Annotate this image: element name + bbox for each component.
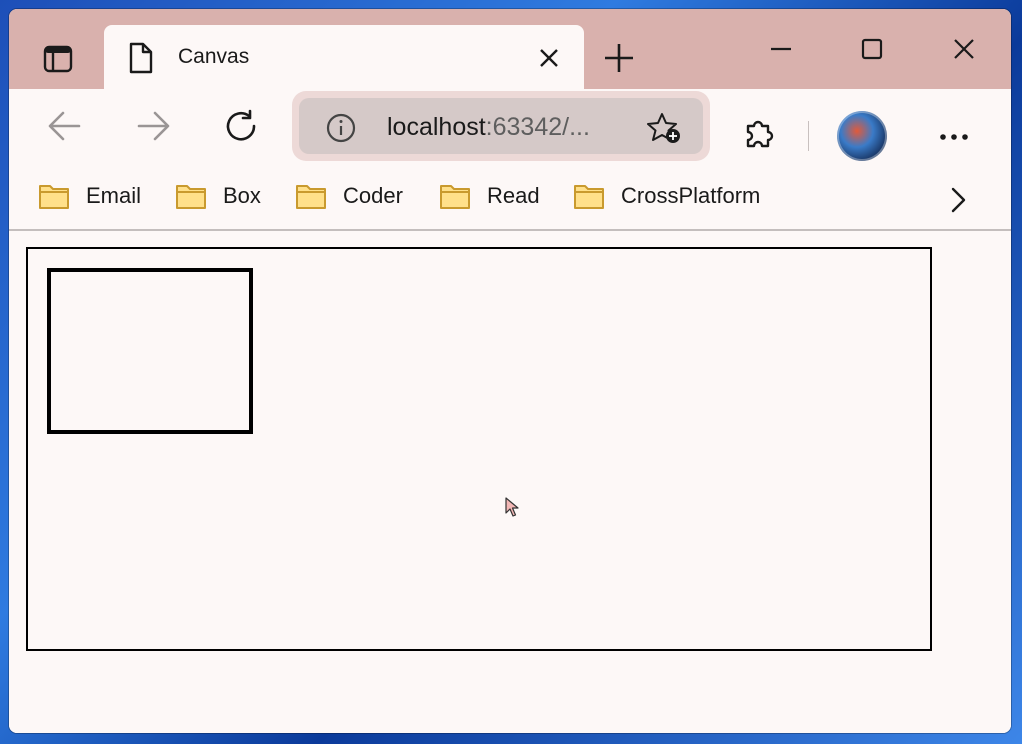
avatar[interactable]	[837, 111, 887, 161]
star-add-icon[interactable]	[646, 111, 682, 145]
folder-icon	[440, 185, 470, 209]
toolbar-divider	[808, 121, 809, 151]
mouse-cursor-icon	[505, 497, 519, 517]
bookmark-label: CrossPlatform	[621, 183, 761, 208]
url-path: :63342/...	[485, 113, 590, 141]
more-icon[interactable]	[939, 133, 969, 141]
folder-icon	[296, 185, 326, 209]
minimize-icon[interactable]	[769, 37, 793, 61]
browser-window: Canvas localhost:63342/... Email Box Cod…	[9, 9, 1011, 733]
page-icon	[129, 42, 153, 74]
refresh-icon[interactable]	[223, 109, 259, 145]
page-content	[9, 231, 1011, 733]
bookmarks-bar: Email Box Coder Read CrossPlatform	[9, 163, 1011, 229]
folder-icon	[574, 185, 604, 209]
back-icon[interactable]	[47, 109, 83, 143]
folder-icon	[39, 185, 69, 209]
tab-title: Canvas	[178, 45, 250, 68]
address-bar[interactable]: localhost:63342/...	[292, 91, 710, 161]
maximize-icon[interactable]	[860, 37, 884, 61]
title-bar: Canvas	[9, 9, 1011, 89]
puzzle-icon[interactable]	[742, 116, 778, 152]
bookmark-read[interactable]: Read	[439, 179, 540, 213]
bookmark-crossplatform[interactable]: CrossPlatform	[573, 179, 760, 213]
tab-actions-icon	[43, 45, 73, 73]
folder-icon	[176, 185, 206, 209]
url-host: localhost	[387, 113, 486, 141]
bookmark-label: Email	[86, 183, 142, 208]
chevron-right-icon[interactable]	[949, 187, 967, 213]
address-bar-inner[interactable]: localhost:63342/...	[299, 98, 703, 154]
bookmark-label: Read	[487, 183, 540, 208]
bookmark-label: Box	[223, 183, 261, 208]
tab-actions-button[interactable]	[25, 31, 91, 87]
info-icon[interactable]	[325, 112, 357, 144]
new-tab-icon[interactable]	[601, 40, 637, 76]
forward-icon[interactable]	[135, 109, 171, 143]
close-tab-icon[interactable]	[538, 47, 560, 69]
drawn-rectangle	[47, 268, 253, 434]
bookmark-email[interactable]: Email	[38, 179, 141, 213]
address-url[interactable]: localhost:63342/...	[387, 113, 590, 142]
tab-canvas[interactable]: Canvas	[104, 25, 584, 89]
bookmark-box[interactable]: Box	[175, 179, 261, 213]
bookmark-coder[interactable]: Coder	[295, 179, 403, 213]
navigation-toolbar: localhost:63342/...	[9, 89, 1011, 163]
html-canvas[interactable]	[26, 247, 932, 651]
bookmark-label: Coder	[343, 183, 403, 208]
close-window-icon[interactable]	[952, 37, 976, 61]
